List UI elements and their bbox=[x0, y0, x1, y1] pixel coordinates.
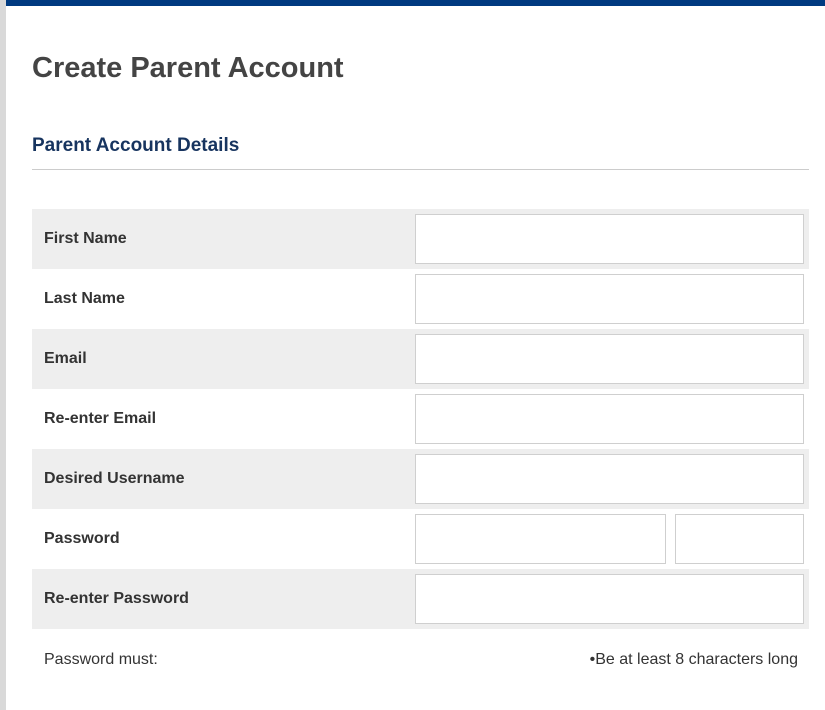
password-input[interactable] bbox=[415, 514, 666, 564]
form-row-email: Email bbox=[32, 329, 809, 389]
form-row-first-name: First Name bbox=[32, 209, 809, 269]
email-input[interactable] bbox=[415, 334, 804, 384]
form-row-reenter-email: Re-enter Email bbox=[32, 389, 809, 449]
password-label: Password bbox=[44, 530, 120, 547]
section-divider bbox=[32, 169, 809, 170]
form-row-reenter-password: Re-enter Password bbox=[32, 569, 809, 629]
header-accent-bar bbox=[6, 0, 825, 6]
form-row-last-name: Last Name bbox=[32, 269, 809, 329]
last-name-label: Last Name bbox=[44, 290, 125, 307]
password-requirements: Password must: •Be at least 8 characters… bbox=[32, 640, 809, 680]
last-name-input[interactable] bbox=[415, 274, 804, 324]
desired-username-input[interactable] bbox=[415, 454, 804, 504]
reenter-password-label: Re-enter Password bbox=[44, 590, 189, 607]
first-name-label: First Name bbox=[44, 230, 127, 247]
first-name-input[interactable] bbox=[415, 214, 804, 264]
password-requirements-label: Password must: bbox=[44, 651, 158, 668]
section-heading: Parent Account Details bbox=[32, 135, 240, 156]
reenter-password-input[interactable] bbox=[415, 574, 804, 624]
left-border bbox=[0, 0, 6, 710]
email-label: Email bbox=[44, 350, 87, 367]
desired-username-label: Desired Username bbox=[44, 470, 185, 487]
account-form: First Name Last Name Email Re-enter Emai… bbox=[32, 209, 809, 629]
page-title: Create Parent Account bbox=[32, 52, 344, 84]
reenter-email-label: Re-enter Email bbox=[44, 410, 157, 427]
password-requirement-item: •Be at least 8 characters long bbox=[589, 651, 798, 668]
form-row-desired-username: Desired Username bbox=[32, 449, 809, 509]
form-row-password: Password bbox=[32, 509, 809, 569]
reenter-email-input[interactable] bbox=[415, 394, 804, 444]
password-secondary-field[interactable] bbox=[675, 514, 804, 564]
